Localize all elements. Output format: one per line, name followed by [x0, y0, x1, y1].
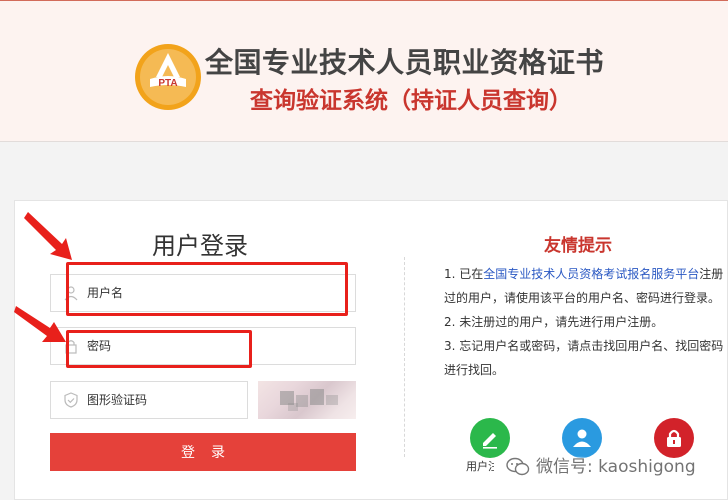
tip-item-3: 3. 忘记用户名或密码，请点击找回用户名、找回密码进行找回。 [444, 339, 724, 377]
pta-logo: PTA [135, 44, 201, 110]
user-icon [573, 429, 591, 447]
annotation-arrow-icon [14, 306, 66, 342]
logo-text: PTA [158, 78, 177, 89]
captcha-field[interactable] [50, 381, 248, 419]
tip-item-2: 2. 未注册过的用户，请先进行用户注册。 [444, 315, 664, 329]
tips-content: 1. 已在全国专业技术人员资格考试报名服务平台注册过的用户，请使用该平台的用户名… [444, 262, 728, 382]
page-subtitle: 查询验证系统（持证人员查询） [250, 88, 572, 114]
annotation-box-password [66, 330, 252, 368]
captcha-image[interactable] [258, 381, 356, 419]
annotation-box-username [66, 262, 348, 316]
tips-title: 友情提示 [544, 236, 612, 256]
watermark-text: 微信号: kaoshigong [536, 457, 696, 477]
login-title: 用户登录 [152, 232, 248, 260]
annotation-arrow-icon [24, 212, 72, 260]
wechat-icon [506, 457, 530, 476]
watermark: 微信号: kaoshigong [506, 452, 696, 478]
shield-icon [64, 392, 78, 408]
card-divider [404, 257, 405, 457]
register-label[interactable]: 用户注册 [466, 458, 494, 474]
tip-item-1: 1. 已在全国专业技术人员资格考试报名服务平台注册过的用户，请使用该平台的用户名… [444, 267, 724, 305]
login-button[interactable]: 登录 [50, 433, 356, 471]
lock-icon [667, 429, 681, 447]
page-title: 全国专业技术人员职业资格证书 [205, 46, 605, 79]
pencil-icon [483, 433, 497, 449]
captcha-input[interactable] [87, 382, 241, 418]
platform-link[interactable]: 全国专业技术人员资格考试报名服务平台 [483, 267, 699, 281]
register-button[interactable] [470, 418, 510, 458]
site-header: PTA 全国专业技术人员职业资格证书 查询验证系统（持证人员查询） [0, 0, 728, 142]
